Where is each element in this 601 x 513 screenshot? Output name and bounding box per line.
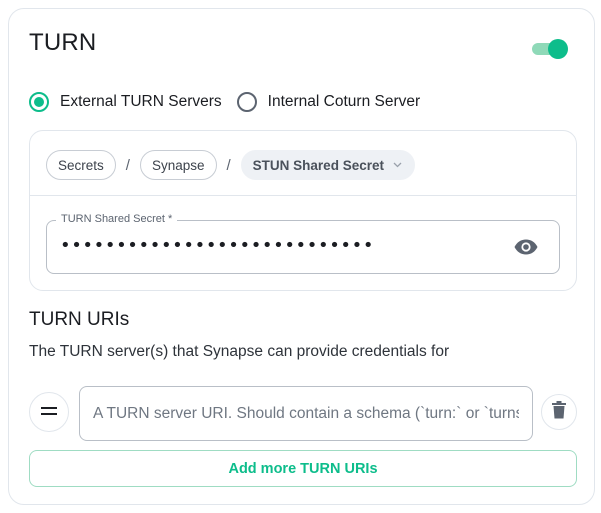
radio-label: Internal Coturn Server [267, 93, 421, 110]
radio-unselected-icon [236, 92, 257, 112]
breadcrumb-separator: / [125, 156, 130, 174]
turn-settings-card: TURN External TURN Servers Internal Cotu… [8, 8, 595, 505]
turn-uris-title: TURN URIs [29, 309, 130, 330]
server-mode-radio-group: External TURN Servers Internal Coturn Se… [29, 91, 435, 113]
radio-external-turn-servers[interactable]: External TURN Servers [29, 92, 222, 112]
toggle-thumb [548, 39, 568, 59]
eye-icon[interactable] [513, 236, 539, 258]
radio-internal-coturn-server[interactable]: Internal Coturn Server [236, 92, 421, 112]
turn-enable-toggle[interactable] [530, 37, 570, 61]
turn-uris-description: The TURN server(s) that Synapse can prov… [29, 343, 450, 360]
drag-handle-icon [40, 403, 58, 421]
turn-shared-secret-field[interactable]: TURN Shared Secret * •••••••••••••••••••… [46, 213, 560, 274]
chevron-down-icon [393, 160, 402, 170]
add-more-turn-uris-button[interactable]: Add more TURN URIs [29, 450, 577, 487]
field-label: TURN Shared Secret * [56, 213, 178, 225]
breadcrumb-separator: / [226, 156, 231, 174]
radio-selected-icon [29, 92, 49, 112]
trash-icon [552, 400, 566, 424]
drag-handle-button[interactable] [29, 392, 69, 432]
delete-uri-button[interactable] [541, 394, 577, 430]
breadcrumb-secrets[interactable]: Secrets [46, 150, 116, 180]
shared-secret-panel: Secrets / Synapse / STUN Shared Secret T… [29, 130, 577, 291]
secret-masked-value: •••••••••••••••••••••••••••• [60, 235, 375, 256]
breadcrumb: Secrets / Synapse / STUN Shared Secret [46, 149, 415, 181]
card-title: TURN [29, 29, 97, 56]
turn-uri-input[interactable] [79, 386, 533, 441]
breadcrumb-secret-select[interactable]: STUN Shared Secret [240, 150, 415, 180]
breadcrumb-synapse[interactable]: Synapse [139, 150, 217, 180]
panel-divider [30, 195, 576, 196]
radio-label: External TURN Servers [60, 93, 222, 110]
